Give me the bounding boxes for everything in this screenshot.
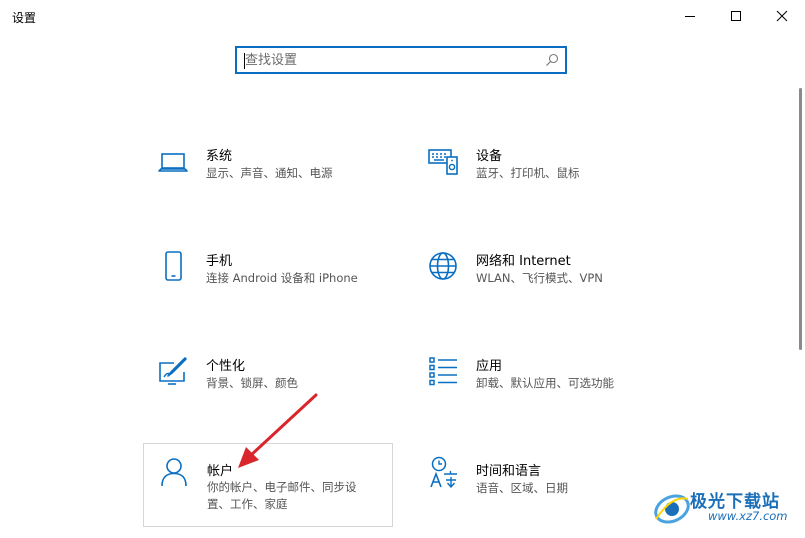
tile-title: 系统	[206, 149, 233, 164]
tile-title: 设备	[476, 149, 503, 164]
close-icon	[776, 10, 788, 22]
title-bar: 设置	[0, 0, 805, 32]
tile-description: 蓝牙、打印机、鼠标	[476, 166, 580, 180]
globe-icon	[429, 252, 457, 280]
tile-title: 手机	[206, 254, 233, 269]
minimize-icon	[685, 16, 695, 17]
tile-description: 语音、区域、日期	[476, 481, 568, 495]
tile-title: 网络和 Internet	[476, 254, 571, 269]
tile-description: 卸载、默认应用、可选功能	[476, 376, 614, 390]
tile-title: 时间和语言	[476, 464, 542, 479]
scrollbar[interactable]	[799, 88, 802, 350]
personalization-icon	[159, 357, 187, 385]
tile-apps[interactable]: 应用 卸载、默认应用、可选功能	[413, 347, 663, 433]
tile-phone[interactable]: 手机 连接 Android 设备和 iPhone	[143, 242, 393, 328]
time-language-icon	[430, 456, 457, 488]
apps-list-icon	[429, 357, 457, 386]
search-input[interactable]	[245, 51, 535, 69]
tile-description: 显示、声音、通知、电源	[206, 166, 333, 180]
tile-time-language[interactable]: 时间和语言 语音、区域、日期	[413, 452, 663, 538]
close-button[interactable]	[759, 0, 805, 32]
search-box[interactable]	[235, 46, 567, 74]
watermark-url: www.xz7.com	[708, 509, 788, 523]
tile-network[interactable]: 网络和 Internet WLAN、飞行模式、VPN	[413, 242, 663, 328]
person-icon	[161, 458, 187, 487]
watermark: 极光下载站 www.xz7.com	[652, 485, 802, 531]
devices-icon	[428, 149, 458, 175]
tile-description: WLAN、飞行模式、VPN	[476, 271, 603, 285]
search-icon[interactable]	[545, 53, 559, 67]
phone-icon	[165, 251, 182, 281]
tile-description: 连接 Android 设备和 iPhone	[206, 271, 358, 285]
tile-devices[interactable]: 设备 蓝牙、打印机、鼠标	[413, 137, 663, 223]
minimize-button[interactable]	[667, 0, 713, 32]
tile-title: 应用	[476, 359, 503, 374]
annotation-arrow	[238, 393, 318, 468]
tile-description: 你的帐户、电子邮件、同步设置、工作、家庭	[207, 480, 357, 511]
maximize-icon	[731, 11, 741, 21]
maximize-button[interactable]	[713, 0, 759, 32]
watermark-logo-icon	[654, 494, 690, 524]
laptop-icon	[158, 153, 188, 172]
tile-title: 个性化	[206, 359, 246, 374]
window-title: 设置	[12, 11, 37, 25]
tile-system[interactable]: 系统 显示、声音、通知、电源	[143, 137, 393, 223]
